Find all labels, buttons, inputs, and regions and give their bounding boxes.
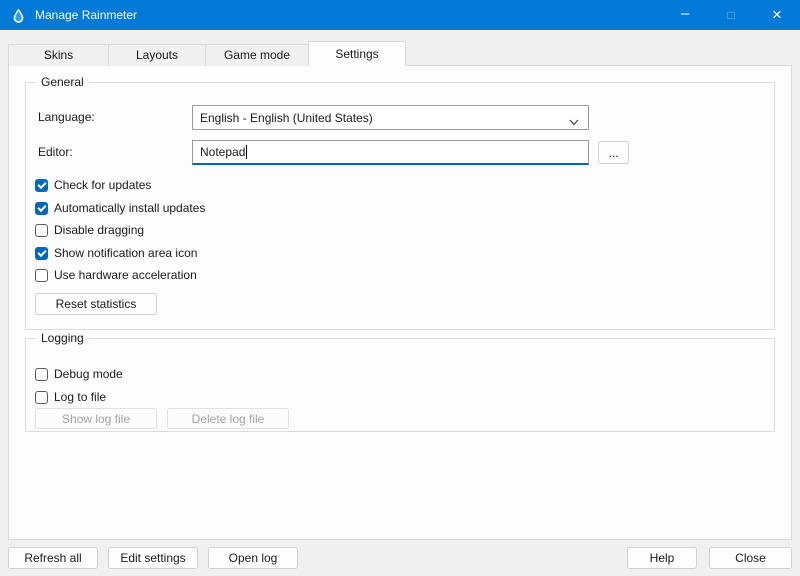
checkbox-box[interactable]	[35, 202, 48, 215]
checkbox-label: Automatically install updates	[54, 201, 205, 215]
text-caret	[246, 145, 247, 159]
checkbox-check-for-updates[interactable]: Check for updates	[35, 177, 151, 193]
chevron-down-icon	[569, 115, 579, 129]
browse-editor-button[interactable]: ...	[598, 141, 629, 164]
checkbox-use-hardware-acceleration[interactable]: Use hardware acceleration	[35, 267, 197, 283]
checkbox-log-to-file[interactable]: Log to file	[35, 389, 106, 405]
tab-settings[interactable]: Settings	[308, 41, 406, 66]
checkbox-label: Use hardware acceleration	[54, 268, 197, 282]
checkbox-show-notification-area-icon[interactable]: Show notification area icon	[35, 245, 197, 261]
checkbox-disable-dragging[interactable]: Disable dragging	[35, 222, 144, 238]
checkbox-box[interactable]	[35, 224, 48, 237]
maximize-button[interactable]: □	[708, 0, 754, 30]
language-label: Language:	[38, 110, 95, 124]
checkbox-box[interactable]	[35, 391, 48, 404]
checkbox-box[interactable]	[35, 179, 48, 192]
help-button[interactable]: Help	[627, 547, 697, 569]
checkbox-debug-mode[interactable]: Debug mode	[35, 366, 123, 382]
tab-strip: Skins Layouts Game mode Settings	[8, 41, 405, 66]
settings-pane: General Language: English - English (Uni…	[8, 65, 792, 540]
checkbox-label: Show notification area icon	[54, 246, 197, 260]
open-log-button[interactable]: Open log	[208, 547, 298, 569]
window-controls: – □ ×	[662, 0, 800, 30]
checkbox-box[interactable]	[35, 269, 48, 282]
logging-group-label: Logging	[36, 331, 89, 345]
general-group: General Language: English - English (Uni…	[25, 82, 775, 330]
close-dialog-button[interactable]: Close	[709, 547, 792, 569]
tab-skins[interactable]: Skins	[8, 44, 109, 66]
window-title: Manage Rainmeter	[35, 8, 137, 22]
editor-value: Notepad	[200, 145, 245, 159]
checkbox-auto-install-updates[interactable]: Automatically install updates	[35, 200, 205, 216]
language-select[interactable]: English - English (United States)	[192, 105, 589, 130]
show-log-file-button: Show log file	[35, 408, 157, 429]
rainmeter-drop-icon	[10, 7, 26, 23]
logging-group: Logging Debug mode Log to file Show log …	[25, 338, 775, 432]
checkbox-box[interactable]	[35, 368, 48, 381]
language-selected-value: English - English (United States)	[200, 111, 373, 125]
tab-game-mode[interactable]: Game mode	[205, 44, 309, 66]
minimize-button[interactable]: –	[662, 0, 708, 30]
editor-input[interactable]: Notepad	[192, 140, 589, 165]
checkbox-label: Disable dragging	[54, 223, 144, 237]
checkbox-label: Check for updates	[54, 178, 151, 192]
titlebar[interactable]: Manage Rainmeter – □ ×	[0, 0, 800, 30]
general-group-label: General	[36, 75, 89, 89]
checkbox-label: Debug mode	[54, 367, 123, 381]
editor-label: Editor:	[38, 145, 73, 159]
checkbox-label: Log to file	[54, 390, 106, 404]
delete-log-file-button: Delete log file	[167, 408, 289, 429]
edit-settings-button[interactable]: Edit settings	[108, 547, 198, 569]
reset-statistics-button[interactable]: Reset statistics	[35, 293, 157, 315]
close-button[interactable]: ×	[754, 0, 800, 30]
tab-layouts[interactable]: Layouts	[108, 44, 206, 66]
refresh-all-button[interactable]: Refresh all	[8, 547, 98, 569]
checkbox-box[interactable]	[35, 247, 48, 260]
